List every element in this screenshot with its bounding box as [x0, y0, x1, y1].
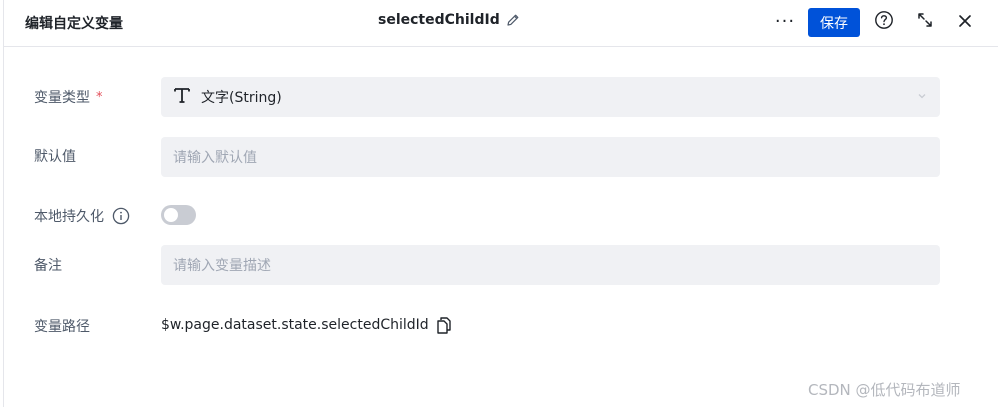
- chevron-down-icon: [916, 90, 928, 106]
- toggle-knob: [164, 208, 178, 222]
- text-type-icon: [173, 86, 191, 108]
- watermark: CSDN @低代码布道师: [808, 381, 961, 399]
- note-label: 备注: [34, 258, 62, 274]
- dialog-title: 编辑自定义变量: [25, 16, 123, 32]
- info-icon[interactable]: [112, 207, 130, 225]
- default-label: 默认值: [34, 149, 76, 165]
- default-value-placeholder: 请输入默认值: [173, 150, 257, 166]
- close-button[interactable]: [954, 11, 976, 33]
- path-row: $w.page.dataset.state.selectedChildId: [161, 316, 452, 334]
- help-button[interactable]: [873, 11, 895, 33]
- close-icon: [958, 13, 972, 32]
- expand-icon: [916, 11, 934, 33]
- variable-path: $w.page.dataset.state.selectedChildId: [161, 317, 429, 333]
- required-mark: *: [96, 89, 103, 105]
- dialog-header: 编辑自定义变量 selectedChildId ··· 保存: [4, 0, 998, 47]
- edit-pencil-icon[interactable]: [506, 13, 520, 27]
- persist-label: 本地持久化: [34, 206, 130, 226]
- default-value-input[interactable]: 请输入默认值: [161, 137, 940, 177]
- more-options-button[interactable]: ···: [773, 9, 797, 33]
- type-select[interactable]: 文字(String): [161, 77, 940, 117]
- variable-name-title: selectedChildId: [378, 12, 520, 28]
- save-button[interactable]: 保存: [808, 8, 860, 37]
- dialog: 编辑自定义变量 selectedChildId ··· 保存 变量类型 * 文字…: [3, 0, 998, 407]
- type-value: 文字(String): [201, 90, 282, 106]
- path-label: 变量路径: [34, 319, 90, 335]
- fullscreen-button[interactable]: [914, 11, 936, 33]
- type-label: 变量类型 *: [34, 89, 103, 107]
- variable-name: selectedChildId: [378, 12, 500, 28]
- note-placeholder: 请输入变量描述: [173, 258, 271, 274]
- note-input[interactable]: 请输入变量描述: [161, 245, 940, 285]
- help-icon: [874, 10, 894, 34]
- copy-icon[interactable]: [436, 316, 452, 334]
- persist-toggle[interactable]: [161, 205, 196, 225]
